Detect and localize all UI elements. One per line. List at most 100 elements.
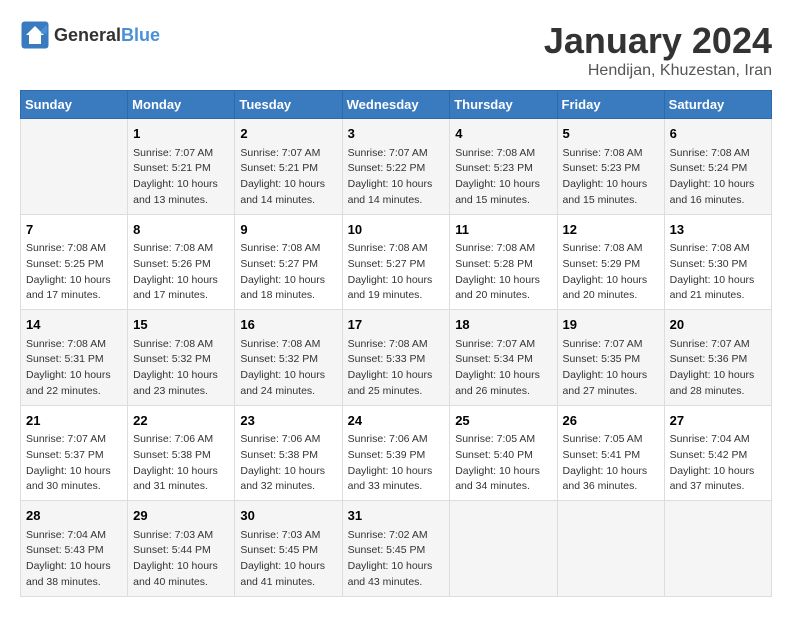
calendar-cell: 21Sunrise: 7:07 AMSunset: 5:37 PMDayligh… xyxy=(21,405,128,501)
calendar-cell: 20Sunrise: 7:07 AMSunset: 5:36 PMDayligh… xyxy=(664,310,771,406)
weekday-header-monday: Monday xyxy=(128,91,235,119)
calendar-week-row: 1Sunrise: 7:07 AMSunset: 5:21 PMDaylight… xyxy=(21,119,772,215)
day-number: 19 xyxy=(563,315,659,335)
calendar-cell: 16Sunrise: 7:08 AMSunset: 5:32 PMDayligh… xyxy=(235,310,342,406)
day-info: Sunrise: 7:07 AMSunset: 5:37 PMDaylight:… xyxy=(26,432,122,495)
day-info: Sunrise: 7:07 AMSunset: 5:22 PMDaylight:… xyxy=(348,146,445,209)
day-info: Sunrise: 7:02 AMSunset: 5:45 PMDaylight:… xyxy=(348,528,445,591)
day-info: Sunrise: 7:06 AMSunset: 5:38 PMDaylight:… xyxy=(240,432,336,495)
day-number: 10 xyxy=(348,220,445,240)
day-info: Sunrise: 7:08 AMSunset: 5:29 PMDaylight:… xyxy=(563,241,659,304)
calendar-cell: 7Sunrise: 7:08 AMSunset: 5:25 PMDaylight… xyxy=(21,214,128,310)
day-number: 27 xyxy=(670,411,766,431)
day-info: Sunrise: 7:08 AMSunset: 5:33 PMDaylight:… xyxy=(348,337,445,400)
day-number: 12 xyxy=(563,220,659,240)
day-number: 29 xyxy=(133,506,229,526)
day-number: 17 xyxy=(348,315,445,335)
calendar-cell: 11Sunrise: 7:08 AMSunset: 5:28 PMDayligh… xyxy=(450,214,557,310)
day-info: Sunrise: 7:08 AMSunset: 5:24 PMDaylight:… xyxy=(670,146,766,209)
calendar-cell: 19Sunrise: 7:07 AMSunset: 5:35 PMDayligh… xyxy=(557,310,664,406)
weekday-header-saturday: Saturday xyxy=(664,91,771,119)
day-info: Sunrise: 7:05 AMSunset: 5:41 PMDaylight:… xyxy=(563,432,659,495)
day-number: 16 xyxy=(240,315,336,335)
calendar-cell: 4Sunrise: 7:08 AMSunset: 5:23 PMDaylight… xyxy=(450,119,557,215)
location: Hendijan, Khuzestan, Iran xyxy=(544,62,772,80)
day-info: Sunrise: 7:08 AMSunset: 5:32 PMDaylight:… xyxy=(133,337,229,400)
weekday-header-wednesday: Wednesday xyxy=(342,91,450,119)
calendar-cell: 29Sunrise: 7:03 AMSunset: 5:44 PMDayligh… xyxy=(128,501,235,597)
calendar-week-row: 7Sunrise: 7:08 AMSunset: 5:25 PMDaylight… xyxy=(21,214,772,310)
day-number: 3 xyxy=(348,124,445,144)
day-info: Sunrise: 7:08 AMSunset: 5:25 PMDaylight:… xyxy=(26,241,122,304)
calendar-cell xyxy=(450,501,557,597)
month-year: January 2024 xyxy=(544,20,772,62)
calendar-cell: 9Sunrise: 7:08 AMSunset: 5:27 PMDaylight… xyxy=(235,214,342,310)
day-number: 8 xyxy=(133,220,229,240)
calendar-cell: 28Sunrise: 7:04 AMSunset: 5:43 PMDayligh… xyxy=(21,501,128,597)
day-number: 14 xyxy=(26,315,122,335)
day-number: 24 xyxy=(348,411,445,431)
day-info: Sunrise: 7:08 AMSunset: 5:32 PMDaylight:… xyxy=(240,337,336,400)
day-info: Sunrise: 7:04 AMSunset: 5:43 PMDaylight:… xyxy=(26,528,122,591)
day-info: Sunrise: 7:06 AMSunset: 5:39 PMDaylight:… xyxy=(348,432,445,495)
calendar-cell: 26Sunrise: 7:05 AMSunset: 5:41 PMDayligh… xyxy=(557,405,664,501)
calendar-week-row: 28Sunrise: 7:04 AMSunset: 5:43 PMDayligh… xyxy=(21,501,772,597)
calendar-cell: 30Sunrise: 7:03 AMSunset: 5:45 PMDayligh… xyxy=(235,501,342,597)
day-number: 7 xyxy=(26,220,122,240)
day-info: Sunrise: 7:06 AMSunset: 5:38 PMDaylight:… xyxy=(133,432,229,495)
day-info: Sunrise: 7:08 AMSunset: 5:23 PMDaylight:… xyxy=(563,146,659,209)
calendar-cell: 22Sunrise: 7:06 AMSunset: 5:38 PMDayligh… xyxy=(128,405,235,501)
day-number: 23 xyxy=(240,411,336,431)
day-number: 21 xyxy=(26,411,122,431)
calendar-cell: 6Sunrise: 7:08 AMSunset: 5:24 PMDaylight… xyxy=(664,119,771,215)
day-info: Sunrise: 7:07 AMSunset: 5:21 PMDaylight:… xyxy=(133,146,229,209)
weekday-header-friday: Friday xyxy=(557,91,664,119)
logo-blue: Blue xyxy=(121,25,160,45)
day-info: Sunrise: 7:08 AMSunset: 5:31 PMDaylight:… xyxy=(26,337,122,400)
calendar-cell: 3Sunrise: 7:07 AMSunset: 5:22 PMDaylight… xyxy=(342,119,450,215)
day-number: 13 xyxy=(670,220,766,240)
day-info: Sunrise: 7:08 AMSunset: 5:26 PMDaylight:… xyxy=(133,241,229,304)
weekday-header-tuesday: Tuesday xyxy=(235,91,342,119)
day-info: Sunrise: 7:05 AMSunset: 5:40 PMDaylight:… xyxy=(455,432,551,495)
title-section: January 2024 Hendijan, Khuzestan, Iran xyxy=(544,20,772,80)
calendar-cell xyxy=(21,119,128,215)
calendar-cell xyxy=(664,501,771,597)
calendar-cell: 1Sunrise: 7:07 AMSunset: 5:21 PMDaylight… xyxy=(128,119,235,215)
day-number: 2 xyxy=(240,124,336,144)
calendar-cell: 18Sunrise: 7:07 AMSunset: 5:34 PMDayligh… xyxy=(450,310,557,406)
calendar-cell: 23Sunrise: 7:06 AMSunset: 5:38 PMDayligh… xyxy=(235,405,342,501)
day-number: 5 xyxy=(563,124,659,144)
day-info: Sunrise: 7:08 AMSunset: 5:23 PMDaylight:… xyxy=(455,146,551,209)
day-number: 4 xyxy=(455,124,551,144)
day-number: 20 xyxy=(670,315,766,335)
calendar-cell xyxy=(557,501,664,597)
day-info: Sunrise: 7:08 AMSunset: 5:28 PMDaylight:… xyxy=(455,241,551,304)
calendar-cell: 13Sunrise: 7:08 AMSunset: 5:30 PMDayligh… xyxy=(664,214,771,310)
weekday-header-sunday: Sunday xyxy=(21,91,128,119)
day-number: 22 xyxy=(133,411,229,431)
day-info: Sunrise: 7:07 AMSunset: 5:21 PMDaylight:… xyxy=(240,146,336,209)
logo-text: GeneralBlue xyxy=(54,25,160,46)
calendar-cell: 15Sunrise: 7:08 AMSunset: 5:32 PMDayligh… xyxy=(128,310,235,406)
day-number: 26 xyxy=(563,411,659,431)
day-number: 31 xyxy=(348,506,445,526)
day-number: 18 xyxy=(455,315,551,335)
calendar-cell: 25Sunrise: 7:05 AMSunset: 5:40 PMDayligh… xyxy=(450,405,557,501)
day-info: Sunrise: 7:07 AMSunset: 5:34 PMDaylight:… xyxy=(455,337,551,400)
day-number: 15 xyxy=(133,315,229,335)
day-number: 9 xyxy=(240,220,336,240)
calendar-cell: 27Sunrise: 7:04 AMSunset: 5:42 PMDayligh… xyxy=(664,405,771,501)
calendar-cell: 5Sunrise: 7:08 AMSunset: 5:23 PMDaylight… xyxy=(557,119,664,215)
calendar-cell: 8Sunrise: 7:08 AMSunset: 5:26 PMDaylight… xyxy=(128,214,235,310)
calendar-cell: 14Sunrise: 7:08 AMSunset: 5:31 PMDayligh… xyxy=(21,310,128,406)
calendar-week-row: 14Sunrise: 7:08 AMSunset: 5:31 PMDayligh… xyxy=(21,310,772,406)
calendar-week-row: 21Sunrise: 7:07 AMSunset: 5:37 PMDayligh… xyxy=(21,405,772,501)
day-number: 28 xyxy=(26,506,122,526)
calendar-cell: 2Sunrise: 7:07 AMSunset: 5:21 PMDaylight… xyxy=(235,119,342,215)
calendar-cell: 24Sunrise: 7:06 AMSunset: 5:39 PMDayligh… xyxy=(342,405,450,501)
day-info: Sunrise: 7:08 AMSunset: 5:27 PMDaylight:… xyxy=(240,241,336,304)
day-info: Sunrise: 7:07 AMSunset: 5:36 PMDaylight:… xyxy=(670,337,766,400)
calendar-cell: 12Sunrise: 7:08 AMSunset: 5:29 PMDayligh… xyxy=(557,214,664,310)
calendar-cell: 10Sunrise: 7:08 AMSunset: 5:27 PMDayligh… xyxy=(342,214,450,310)
